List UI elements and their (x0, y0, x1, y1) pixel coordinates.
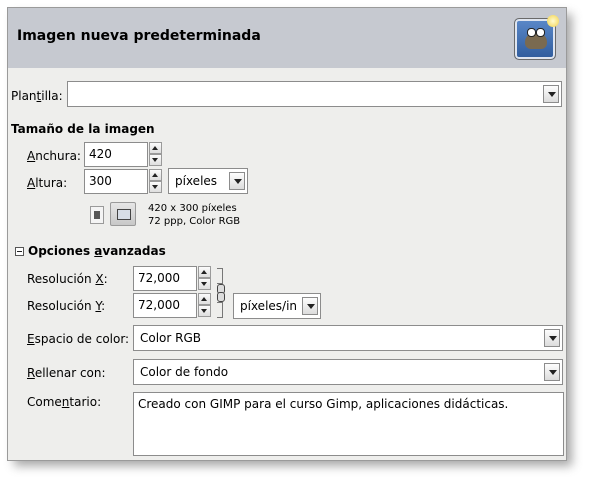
colorspace-label: Espacio de color: (27, 332, 130, 346)
fill-value: Color de fondo (140, 365, 229, 379)
dialog-title: Imagen nueva predeterminada (17, 28, 261, 44)
colorspace-combo[interactable]: Color RGB (133, 325, 563, 351)
size-info-line2: 72 ppp, Color RGB (148, 216, 241, 227)
resolution-unit-value: píxeles/in (240, 299, 298, 313)
resolution-y-input[interactable]: 72,000 (133, 293, 197, 318)
chain-link-icon[interactable] (217, 268, 225, 318)
fill-label: Rellenar con: (27, 366, 106, 380)
width-up-icon[interactable] (149, 142, 162, 154)
advanced-options-heading[interactable]: Opciones avanzadas (28, 244, 166, 258)
resolution-x-spinner[interactable] (198, 266, 211, 291)
dialog-header: Imagen nueva predeterminada (8, 8, 566, 68)
portrait-orientation-icon[interactable] (90, 206, 104, 224)
template-dropdown-arrow-icon[interactable] (543, 85, 559, 103)
size-info-line1: 420 x 300 píxeles (148, 203, 237, 214)
resolution-x-input[interactable]: 72,000 (133, 266, 197, 291)
res-y-down-icon[interactable] (198, 305, 211, 317)
size-unit-dropdown-arrow-icon[interactable] (229, 172, 245, 190)
res-y-up-icon[interactable] (198, 293, 211, 305)
image-size-heading: Tamaño de la imagen (11, 122, 155, 136)
width-input[interactable]: 420 (84, 142, 148, 167)
comment-label: Comentario: (27, 395, 102, 409)
height-spinner[interactable] (149, 169, 162, 194)
wilber-gimp-icon (514, 15, 559, 60)
height-label: Altura: (27, 176, 68, 190)
height-down-icon[interactable] (149, 181, 162, 193)
res-x-down-icon[interactable] (198, 278, 211, 290)
height-up-icon[interactable] (149, 169, 162, 181)
width-spinner[interactable] (149, 142, 162, 167)
fill-dropdown-arrow-icon[interactable] (544, 363, 560, 381)
comment-textarea[interactable]: Creado con GIMP para el curso Gimp, apli… (133, 392, 564, 456)
width-label: Anchura: (27, 149, 81, 163)
height-input[interactable]: 300 (84, 169, 148, 194)
width-down-icon[interactable] (149, 154, 162, 166)
new-image-dialog: Imagen nueva predeterminada Plantilla: T… (7, 7, 567, 461)
fill-combo[interactable]: Color de fondo (133, 359, 563, 385)
size-unit-value: píxeles (175, 174, 218, 188)
template-label: Plantilla: (11, 89, 63, 103)
resolution-unit-combo[interactable]: píxeles/in (233, 293, 321, 319)
res-x-up-icon[interactable] (198, 266, 211, 278)
template-combo[interactable] (67, 81, 562, 107)
collapse-icon[interactable] (15, 247, 24, 256)
colorspace-dropdown-arrow-icon[interactable] (544, 329, 560, 347)
size-unit-combo[interactable]: píxeles (168, 168, 248, 194)
resolution-x-label: Resolución X: (27, 272, 108, 286)
resolution-y-label: Resolución Y: (27, 299, 106, 313)
resolution-y-spinner[interactable] (198, 293, 211, 318)
resolution-unit-dropdown-arrow-icon[interactable] (302, 297, 318, 315)
colorspace-value: Color RGB (140, 331, 202, 345)
landscape-orientation-icon[interactable] (110, 202, 136, 226)
